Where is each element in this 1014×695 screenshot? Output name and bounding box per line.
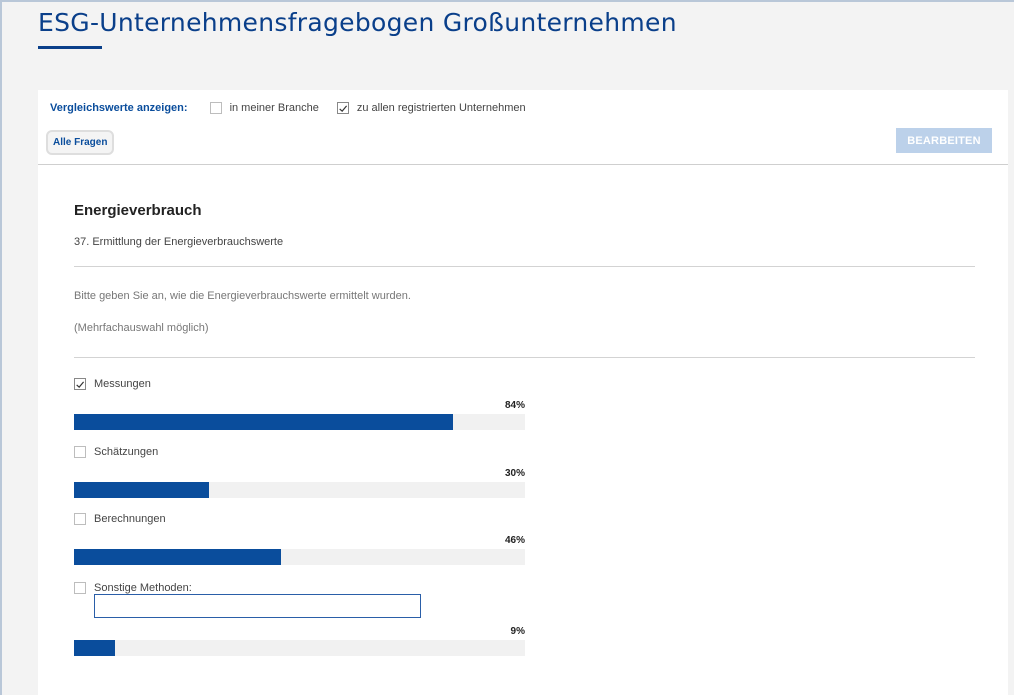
question-title: 37. Ermittlung der Energieverbrauchswert… bbox=[74, 236, 284, 248]
question-instruction: Bitte geben Sie an, wie die Energieverbr… bbox=[74, 290, 411, 302]
answer-option-measurements: Messungen 84% bbox=[74, 378, 525, 432]
answer-percent: 9% bbox=[510, 626, 525, 637]
comparison-option-all-companies[interactable]: zu allen registrierten Unternehmen bbox=[336, 102, 526, 114]
title-underline bbox=[38, 46, 102, 49]
answer-bar-track bbox=[74, 549, 525, 565]
answer-checkbox-row[interactable]: Sonstige Methoden: bbox=[74, 582, 525, 594]
checkbox-estimates[interactable] bbox=[74, 446, 86, 458]
answer-option-estimates: Schätzungen 30% bbox=[74, 446, 525, 500]
divider bbox=[38, 164, 1008, 165]
comparison-options: Vergleichswerte anzeigen: in meiner Bran… bbox=[50, 102, 544, 114]
answer-label: Schätzungen bbox=[94, 446, 159, 458]
checkbox-all-companies[interactable] bbox=[336, 102, 349, 114]
divider bbox=[74, 357, 975, 358]
checkbox-measurements[interactable] bbox=[74, 378, 86, 390]
comparison-label: Vergleichswerte anzeigen: bbox=[50, 102, 188, 114]
other-methods-input[interactable] bbox=[94, 594, 421, 618]
answer-option-other-methods: Sonstige Methoden: 9% bbox=[74, 582, 525, 658]
answer-checkbox-row[interactable]: Schätzungen bbox=[74, 446, 525, 458]
answer-bar-fill bbox=[74, 414, 453, 430]
checkbox-calculations[interactable] bbox=[74, 513, 86, 525]
answer-option-calculations: Berechnungen 46% bbox=[74, 513, 525, 567]
checkbox-industry[interactable] bbox=[209, 102, 222, 114]
answer-label: Sonstige Methoden: bbox=[94, 582, 192, 594]
answer-bar-fill bbox=[74, 482, 210, 498]
page-title: ESG-Unternehmensfragebogen Großunternehm… bbox=[38, 8, 677, 37]
answer-checkbox-row[interactable]: Berechnungen bbox=[74, 513, 525, 525]
answer-percent: 46% bbox=[504, 535, 525, 546]
checkmark-icon bbox=[339, 104, 347, 112]
answer-label: Berechnungen bbox=[94, 513, 166, 525]
answer-percent: 84% bbox=[504, 400, 525, 411]
answer-checkbox-row[interactable]: Messungen bbox=[74, 378, 525, 390]
question-hint: (Mehrfachauswahl möglich) bbox=[74, 322, 209, 334]
answer-percent: 30% bbox=[504, 468, 525, 479]
answer-bar-track bbox=[74, 482, 525, 498]
comparison-option-industry-label: in meiner Branche bbox=[229, 102, 319, 114]
checkmark-icon bbox=[76, 380, 85, 388]
comparison-option-industry[interactable]: in meiner Branche bbox=[209, 102, 319, 114]
section-title: Energieverbrauch bbox=[74, 202, 202, 219]
edit-button[interactable]: BEARBEITEN bbox=[896, 128, 992, 153]
answer-bar-fill bbox=[74, 640, 115, 656]
answer-label: Messungen bbox=[94, 378, 151, 390]
all-questions-button[interactable]: Alle Fragen bbox=[46, 130, 115, 155]
answer-bar-track bbox=[74, 640, 525, 656]
questionnaire-panel: Vergleichswerte anzeigen: in meiner Bran… bbox=[38, 90, 1008, 695]
checkbox-other-methods[interactable] bbox=[74, 582, 86, 594]
answer-bar-track bbox=[74, 414, 525, 430]
answer-bar-fill bbox=[74, 549, 282, 565]
comparison-option-all-companies-label: zu allen registrierten Unternehmen bbox=[356, 102, 526, 114]
divider bbox=[74, 266, 975, 267]
